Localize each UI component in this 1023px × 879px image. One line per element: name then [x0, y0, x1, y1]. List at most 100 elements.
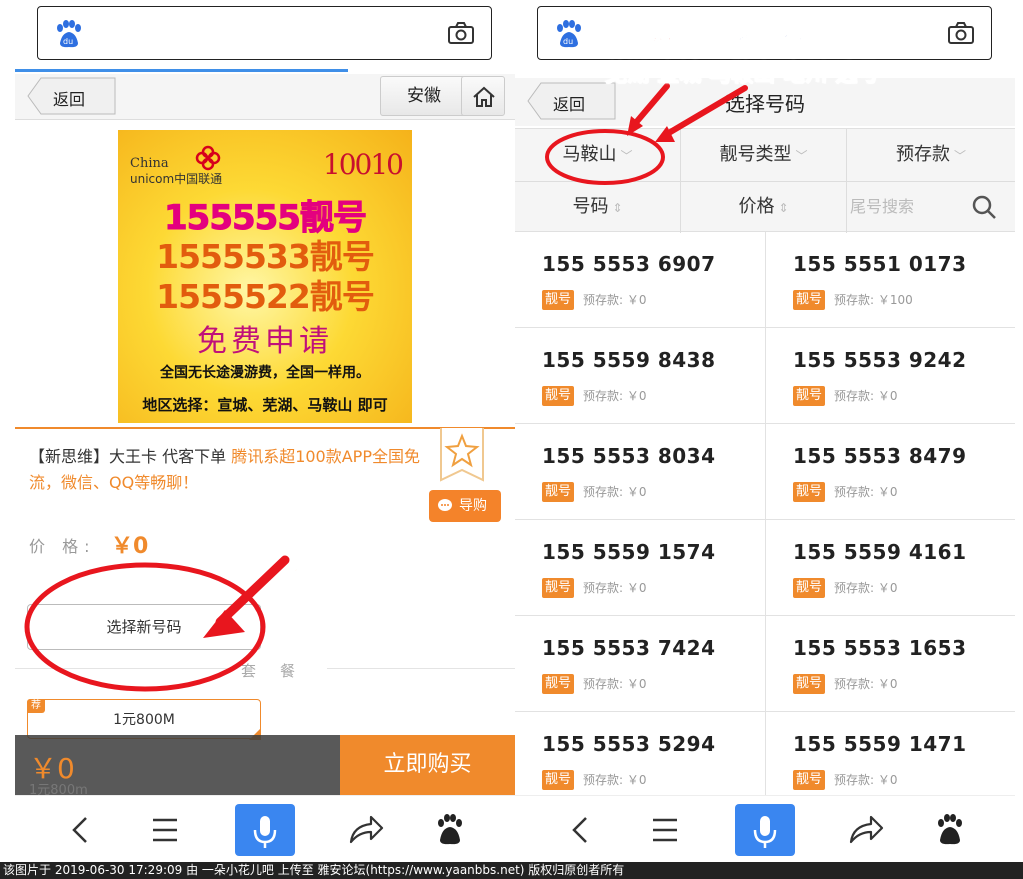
baidu-home-icon[interactable] [420, 804, 480, 856]
sort-icon: ⇕ [778, 201, 789, 215]
banner-line-3: 1555522靓号 [156, 277, 375, 316]
guide-label: 导购 [459, 498, 487, 514]
tail-search-input[interactable]: 尾号搜索 [850, 181, 914, 233]
number-text: 155 5553 8034 [542, 444, 716, 468]
banner-region-note: 地区选择：宣城、芜湖、马鞍山 即可 [142, 396, 388, 414]
deposit-label: 预存款 [895, 144, 950, 165]
number-deposit: 预存款: ￥0 [583, 773, 647, 787]
banner-brand-cn: unicom中国联通 [130, 172, 223, 186]
back-button[interactable]: 返回 [27, 77, 117, 115]
number-text: 155 5559 1574 [542, 540, 716, 564]
right-screen: du 返回 选择号码 马鞍山 ﹀ 靓号类型 ﹀ 预存款 ﹀ 号码 ⇕ 价格 ⇕ 尾号搜索 … [515, 0, 1015, 862]
number-list: 155 5553 6907 靓号 预存款: ￥0 155 5551 0173 靓号 预存… [515, 232, 1015, 808]
number-deposit: 预存款: ￥0 [583, 293, 647, 307]
number-text: 155 5553 5294 [542, 732, 716, 756]
number-tag: 靓号 [793, 290, 825, 310]
browser-toolbar [515, 795, 1015, 862]
number-item[interactable]: 155 5553 8479 靓号 预存款: ￥0 [765, 424, 1015, 520]
number-tag: 靓号 [542, 386, 574, 406]
annotation-switch-hint: 记得点击这里切换到 [649, 14, 849, 46]
number-tag: 靓号 [793, 770, 825, 790]
top-nav: 返回 安徽 [15, 74, 515, 120]
number-text: 155 5559 1471 [793, 732, 967, 756]
banner-hotline: 10010 [322, 148, 404, 181]
left-screen: du 返回 安徽 China unicom中国联通 10010 155555靓号… [15, 0, 515, 862]
number-item[interactable]: 155 5553 1653 靓号 预存款: ￥0 [765, 616, 1015, 712]
annotation-click-switch: 点击这里切换到 [694, 20, 849, 46]
annotation-remember: 记得 [649, 20, 695, 46]
annotation-city: 芜湖 [604, 62, 650, 88]
number-tag: 靓号 [542, 482, 574, 502]
chevron-down-icon: ﹀ [795, 149, 808, 163]
favorite-star-icon[interactable] [437, 428, 487, 486]
banner-free-apply: 免费申请 [197, 324, 333, 359]
buy-summary: ￥0 1元800m [15, 735, 340, 798]
number-text: 155 5553 9242 [793, 348, 967, 372]
annotation-city: 选号 [835, 62, 880, 88]
deposit-filter[interactable]: 预存款 ﹀ [847, 129, 1015, 181]
number-item[interactable]: 155 5559 4161 靓号 预存款: ￥0 [765, 520, 1015, 616]
search-bar[interactable]: du [37, 6, 492, 60]
number-tag: 靓号 [793, 578, 825, 598]
number-item[interactable]: 155 5559 1471 靓号 预存款: ￥0 [765, 712, 1015, 808]
annotation-city: 宣城 [657, 62, 702, 88]
watermark-footer: 该图片于 2019-06-30 17:29:09 由 一朵小花儿吧 上传至 雅安… [0, 862, 1023, 879]
voice-button[interactable] [735, 804, 795, 856]
annotation-city: 马鞍山 [709, 62, 776, 88]
camera-icon[interactable] [447, 21, 475, 45]
sort-icon: ⇕ [612, 201, 623, 215]
number-text: 155 5551 0173 [793, 252, 967, 276]
province-button[interactable]: 安徽 [380, 76, 468, 116]
number-deposit: 预存款: ￥0 [834, 677, 898, 691]
number-item[interactable]: 155 5559 8438 靓号 预存款: ￥0 [515, 328, 765, 424]
menu-icon[interactable] [135, 804, 195, 856]
number-text: 155 5559 4161 [793, 540, 967, 564]
buy-bar: ￥0 1元800m 立即购买 [15, 735, 515, 798]
number-item[interactable]: 155 5551 0173 靓号 预存款: ￥100 [765, 232, 1015, 328]
annotation-city: 亳州 [783, 62, 828, 88]
baidu-paw-icon: du [57, 20, 81, 48]
guide-button[interactable]: 导购 [429, 490, 501, 522]
number-item[interactable]: 155 5553 8034 靓号 预存款: ￥0 [515, 424, 765, 520]
number-text: 155 5553 8479 [793, 444, 967, 468]
buy-now-button[interactable]: 立即购买 [340, 735, 515, 795]
number-text: 155 5553 1653 [793, 636, 967, 660]
number-item[interactable]: 155 5553 9242 靓号 预存款: ￥0 [765, 328, 1015, 424]
camera-icon[interactable] [947, 21, 975, 45]
number-deposit: 预存款: ￥100 [834, 293, 913, 307]
back-arrow-icon[interactable] [50, 804, 110, 856]
product-description: 【新思维】大王卡 代客下单 腾讯系超100款APP全国免流，微信、QQ等畅聊！ [29, 444, 429, 496]
annotation-circle-arrow [24, 555, 290, 692]
baidu-home-icon[interactable] [920, 804, 980, 856]
menu-icon[interactable] [635, 804, 695, 856]
back-label: 返回 [53, 90, 86, 109]
number-deposit: 预存款: ￥0 [583, 389, 647, 403]
number-deposit: 预存款: ￥0 [583, 581, 647, 595]
share-icon[interactable] [335, 804, 395, 856]
number-item[interactable]: 155 5553 7424 靓号 预存款: ￥0 [515, 616, 765, 712]
promo-banner: China unicom中国联通 10010 155555靓号 1555533靓… [118, 130, 412, 423]
microphone-icon [753, 816, 777, 848]
number-tag: 靓号 [542, 770, 574, 790]
number-tag: 靓号 [793, 386, 825, 406]
banner-brand-en: China [130, 156, 169, 171]
number-deposit: 预存款: ￥0 [583, 677, 647, 691]
number-item[interactable]: 155 5553 5294 靓号 预存款: ￥0 [515, 712, 765, 808]
loading-progress [15, 69, 348, 72]
number-item[interactable]: 155 5553 6907 靓号 预存款: ￥0 [515, 232, 765, 328]
number-deposit: 预存款: ￥0 [834, 581, 898, 595]
number-text: 155 5553 6907 [542, 252, 716, 276]
annotation-cities: 芜湖 宣城 马鞍山 亳州 选号 [604, 56, 887, 88]
search-icon[interactable] [971, 194, 997, 220]
back-arrow-icon[interactable] [550, 804, 610, 856]
number-text: 155 5559 8438 [542, 348, 716, 372]
home-icon [473, 86, 495, 107]
browser-toolbar [15, 795, 515, 862]
number-deposit: 预存款: ￥0 [834, 389, 898, 403]
number-item[interactable]: 155 5559 1574 靓号 预存款: ￥0 [515, 520, 765, 616]
share-icon[interactable] [835, 804, 895, 856]
number-text: 155 5553 7424 [542, 636, 716, 660]
home-button[interactable] [461, 76, 505, 116]
voice-button[interactable] [235, 804, 295, 856]
chevron-down-icon: ﹀ [953, 149, 966, 163]
